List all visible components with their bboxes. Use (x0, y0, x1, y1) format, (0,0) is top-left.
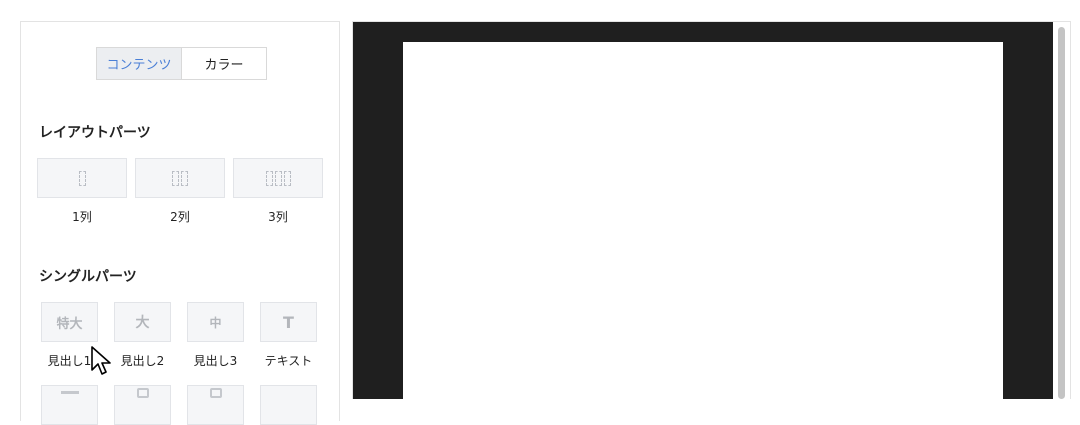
heading2-icon: 大 (135, 315, 150, 331)
heading2-label: 見出し2 (120, 354, 165, 368)
heading1-part-button[interactable]: 特大 (41, 302, 98, 342)
column-icon (78, 170, 86, 186)
heading1-icon: 特大 (56, 316, 83, 332)
single-parts-title: シングルパーツ (39, 269, 137, 285)
image-text-part-button[interactable] (187, 385, 244, 425)
layout-1col-button[interactable] (37, 158, 127, 198)
tab-color[interactable]: カラー (182, 48, 266, 79)
preview-scrollbar-thumb[interactable] (1058, 27, 1065, 399)
text-label: テキスト (264, 354, 313, 368)
image-icon (136, 388, 149, 398)
panel-tabs: コンテンツ カラー (96, 47, 267, 80)
text-part-button[interactable]: T (260, 302, 317, 342)
column-icon (172, 170, 179, 186)
image-text-icon (209, 388, 222, 398)
column-icon (181, 170, 188, 186)
layout-1col-label: 1列 (72, 210, 92, 224)
layout-3col-button[interactable] (233, 158, 323, 198)
layout-parts-title: レイアウトパーツ (39, 125, 151, 141)
layout-2col-button[interactable] (135, 158, 225, 198)
layout-2col-label: 2列 (170, 210, 190, 224)
mouse-cursor-icon (91, 346, 111, 375)
preview-canvas[interactable] (403, 42, 1003, 399)
heading3-icon: 中 (209, 315, 222, 330)
tab-contents[interactable]: コンテンツ (97, 48, 182, 79)
column-icon (265, 170, 273, 186)
list-icon (60, 390, 79, 394)
image-part-button[interactable] (114, 385, 171, 425)
divider-part-button[interactable] (260, 385, 317, 425)
list-part-button[interactable] (41, 385, 98, 425)
column-icon (283, 170, 291, 186)
layout-3col-label: 3列 (268, 210, 288, 224)
heading3-label: 見出し3 (193, 354, 238, 368)
text-icon: T (283, 312, 294, 332)
heading3-part-button[interactable]: 中 (187, 302, 244, 342)
heading2-part-button[interactable]: 大 (114, 302, 171, 342)
parts-panel: コンテンツ カラー レイアウトパーツ 1列 2列 3列 シングルパーツ 特大 大… (20, 21, 340, 425)
column-icon (274, 170, 282, 186)
